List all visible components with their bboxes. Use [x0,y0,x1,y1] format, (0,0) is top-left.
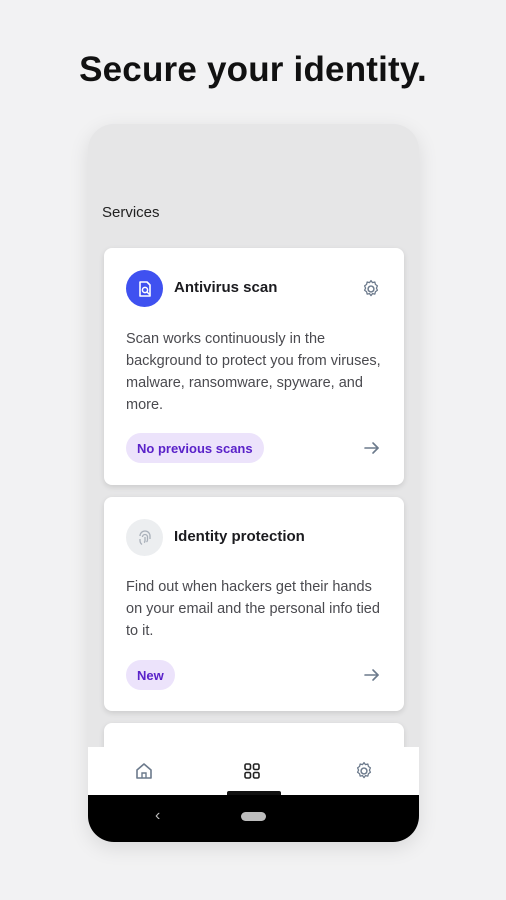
home-pill-icon[interactable] [241,812,266,821]
grid-icon[interactable] [241,760,263,782]
card-header: Identity protection [126,519,382,557]
card-description: Scan works continuously in the backgroun… [126,331,381,413]
back-icon[interactable]: ‹ [155,807,160,825]
card-title: Identity protection [174,528,305,545]
service-card-identity[interactable]: Identity protection Find out when hacker… [104,497,404,711]
status-badge: New [126,660,175,690]
page-headline: Secure your identity. [79,50,427,89]
service-card-antivirus[interactable]: Antivirus scan Scan works continuously i… [104,248,404,485]
fingerprint-icon [126,519,163,556]
antivirus-file-icon [126,270,163,307]
card-description: Find out when hackers get their hands on… [126,579,380,639]
home-icon[interactable] [133,760,155,782]
status-badge: No previous scans [126,433,264,463]
settings-gear-icon[interactable] [360,278,382,300]
card-title: Antivirus scan [174,279,278,296]
arrow-right-icon[interactable] [362,665,382,685]
gear-icon[interactable] [353,760,375,782]
arrow-right-icon[interactable] [362,438,382,458]
bottom-navigation [88,747,419,795]
section-title: Services [102,204,160,221]
phone-frame: Services Antivirus scan Scan works conti… [88,124,419,842]
card-header: Antivirus scan [126,270,382,308]
system-navigation-bar: ‹ [88,795,419,842]
